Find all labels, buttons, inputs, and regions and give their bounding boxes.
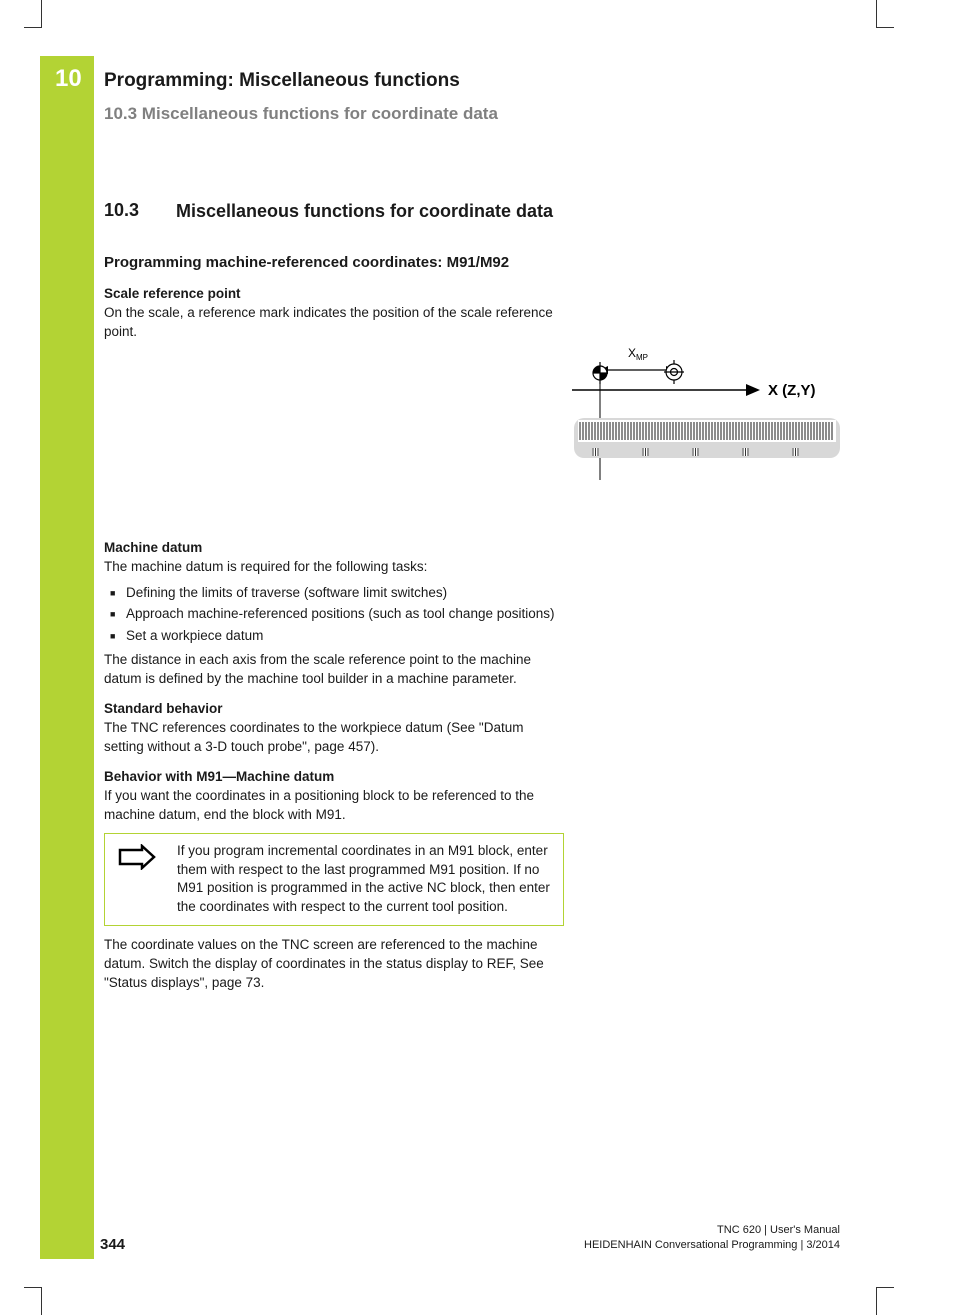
note-text: If you program incremental coordinates i… xyxy=(177,842,553,918)
axis-label: X (Z,Y) xyxy=(768,382,816,399)
section-running-head: 10.3 Miscellaneous functions for coordin… xyxy=(104,104,844,124)
footer-line2: HEIDENHAIN Conversational Programming | … xyxy=(584,1238,840,1253)
standard-label: Standard behavior xyxy=(104,701,564,716)
section-heading: 10.3 Miscellaneous functions for coordin… xyxy=(104,200,564,223)
scale-ref-text: On the scale, a reference mark indicates… xyxy=(104,304,564,342)
page-content: 10.3 Miscellaneous functions for coordin… xyxy=(104,200,564,999)
crop-mark-br xyxy=(876,1287,894,1315)
m91-label: Behavior with M91—Machine datum xyxy=(104,769,564,784)
subheading: Programming machine-referenced coordinat… xyxy=(104,253,564,273)
crop-mark-tr xyxy=(876,0,894,28)
page-footer: 344 TNC 620 | User's Manual HEIDENHAIN C… xyxy=(100,1223,840,1253)
xmp-label: X xyxy=(628,346,636,360)
list-item: Approach machine-referenced positions (s… xyxy=(104,604,564,624)
chapter-tab xyxy=(40,56,94,1259)
m91-text: If you want the coordinates in a positio… xyxy=(104,787,564,825)
chapter-title: Programming: Miscellaneous functions xyxy=(104,70,844,92)
machine-datum-after: The distance in each axis from the scale… xyxy=(104,651,564,689)
arrow-right-icon xyxy=(113,842,163,918)
standard-text: The TNC references coordinates to the wo… xyxy=(104,719,564,757)
running-header: Programming: Miscellaneous functions 10.… xyxy=(104,70,844,124)
crop-mark-bl xyxy=(24,1287,42,1315)
footer-meta: TNC 620 | User's Manual HEIDENHAIN Conve… xyxy=(584,1223,840,1253)
footer-line1: TNC 620 | User's Manual xyxy=(584,1223,840,1238)
machine-datum-label: Machine datum xyxy=(104,540,564,555)
m91-after: The coordinate values on the TNC screen … xyxy=(104,936,564,993)
chapter-number: 10 xyxy=(55,65,82,93)
scale-figure: X MP X (Z,Y) xyxy=(570,340,845,475)
scale-ref-label: Scale reference point xyxy=(104,286,564,301)
machine-datum-list: Defining the limits of traverse (softwar… xyxy=(104,583,564,646)
list-item: Set a workpiece datum xyxy=(104,626,564,646)
section-title: Miscellaneous functions for coordinate d… xyxy=(176,200,553,223)
note-box: If you program incremental coordinates i… xyxy=(104,833,564,927)
list-item: Defining the limits of traverse (softwar… xyxy=(104,583,564,603)
page-number: 344 xyxy=(100,1236,125,1253)
section-number: 10.3 xyxy=(104,200,176,223)
xmp-sub: MP xyxy=(636,353,648,362)
machine-datum-intro: The machine datum is required for the fo… xyxy=(104,558,564,577)
crop-mark-tl xyxy=(24,0,42,28)
